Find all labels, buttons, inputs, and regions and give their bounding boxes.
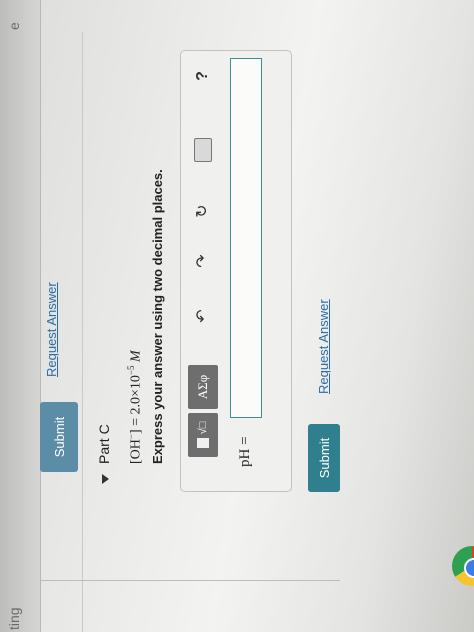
redo-icon[interactable]: ↷	[192, 250, 214, 272]
template-square-icon	[197, 438, 209, 449]
keyboard-icon[interactable]	[194, 138, 212, 162]
ph-label: pH =	[237, 436, 253, 467]
undo-icon[interactable]: ↶	[192, 305, 214, 327]
request-answer-link[interactable]: Request Answer	[316, 299, 331, 394]
instruction-text: Express your answer using two decimal pl…	[150, 169, 165, 464]
concentration-statement: [OH−] = 2.0×10−5 M	[126, 350, 145, 464]
templates-button[interactable]: √□	[188, 413, 218, 457]
section-divider	[82, 32, 83, 632]
templates-label: √□	[197, 421, 209, 435]
reset-icon[interactable]: ↻	[192, 200, 214, 222]
part-title: Part C	[96, 424, 112, 464]
ph-answer-input[interactable]	[230, 58, 262, 418]
panel-fragment-bottom: ting	[6, 607, 22, 630]
collapse-caret-icon[interactable]	[102, 474, 109, 484]
concentration-exponent: −5	[126, 365, 136, 376]
left-side-panel: e ting	[0, 0, 41, 632]
concentration-unit: M	[128, 350, 144, 366]
previous-submit-button[interactable]: Submit	[40, 402, 78, 472]
panel-fragment-top: e	[6, 22, 22, 30]
submit-button[interactable]: Submit	[308, 424, 340, 492]
previous-request-answer-link[interactable]: Request Answer	[44, 282, 59, 377]
symbols-button[interactable]: ΑΣφ	[188, 365, 218, 409]
equation-toolbar: √□ ΑΣφ ↶ ↷ ↻ ?	[188, 62, 222, 467]
problem-content: Submit Request Answer Part C [OH−] = 2.0…	[40, 32, 340, 632]
concentration-prefix: [OH	[128, 439, 144, 464]
footer-divider	[40, 580, 340, 581]
concentration-value: ] = 2.0×10	[128, 375, 144, 435]
concentration-charge: −	[126, 434, 136, 440]
help-icon[interactable]: ?	[192, 65, 214, 87]
